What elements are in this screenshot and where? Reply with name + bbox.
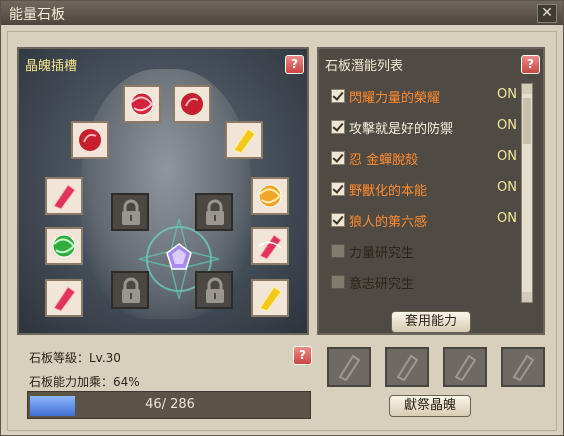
yellow-crystal-icon <box>233 128 256 154</box>
potential-status: ON <box>497 211 517 226</box>
apply-ability-button[interactable]: 套用能力 <box>391 311 471 333</box>
slate-bonus-label: 石板能力加乘：64% <box>29 375 140 389</box>
potential-row[interactable]: 野獸化的本能 ON <box>327 174 517 205</box>
scroll-thumb[interactable] <box>523 98 531 144</box>
potential-name: 意志研究生 <box>349 277 415 292</box>
potential-row[interactable]: 狼人的第六感 ON <box>327 205 517 236</box>
locked-slot-1[interactable] <box>111 193 149 231</box>
help-icon: ? <box>527 57 534 71</box>
red-orb-icon <box>181 93 203 115</box>
offering-slot-1[interactable] <box>327 347 371 387</box>
red-swirl-crystal-icon <box>258 234 282 260</box>
potential-row[interactable]: 力量研究生 <box>327 236 517 267</box>
locked-slot-3[interactable] <box>111 271 149 309</box>
orange-swirl-orb-icon <box>258 184 282 208</box>
potential-checkbox[interactable] <box>331 182 345 196</box>
help-icon: ? <box>299 348 306 362</box>
potential-panel-title: 石板潛能列表 <box>325 59 404 74</box>
slot-5[interactable] <box>45 177 83 215</box>
potential-row[interactable]: 意志研究生 <box>327 267 517 298</box>
potential-name: 忍 金蟬脫殼 <box>349 153 419 168</box>
center-core-gem-icon <box>166 243 192 270</box>
slate-level-label: 石板等級：Lv.30 <box>29 351 121 365</box>
offer-crystal-button[interactable]: 獻祭晶魄 <box>389 395 471 417</box>
potential-status: ON <box>497 149 517 164</box>
potential-checkbox[interactable] <box>331 244 345 258</box>
slot-2[interactable] <box>173 85 211 123</box>
potential-row[interactable]: 攻擊就是好的防禦 ON <box>327 112 517 143</box>
slot-9[interactable] <box>45 279 83 317</box>
red-swirl-orb-icon <box>130 92 154 116</box>
potential-name: 力量研究生 <box>349 246 415 261</box>
potential-checkbox[interactable] <box>331 120 345 134</box>
progress-bar: 46/ 286 <box>27 391 311 419</box>
potential-name: 閃耀力量的榮耀 <box>349 91 441 106</box>
lock-icon <box>122 199 140 225</box>
empty-crystal-slot-icon <box>396 354 419 381</box>
potential-list-panel: 石板潛能列表 ? 閃耀力量的榮耀 ON 攻擊就是好的防禦 ON 忍 金蟬脫殼 ON 野獸化的… <box>317 47 545 335</box>
empty-crystal-slot-icon <box>454 354 477 381</box>
slot-8[interactable] <box>251 227 289 265</box>
slot-help-button[interactable]: ? <box>285 55 304 74</box>
offering-slot-3[interactable] <box>443 347 487 387</box>
potential-status: ON <box>497 87 517 102</box>
empty-crystal-slot-icon <box>338 354 361 381</box>
title-bar[interactable]: 能量石板 ✕ <box>1 1 563 25</box>
slot-7[interactable] <box>45 227 83 265</box>
slot-panel-title: 晶魄插槽 <box>25 59 78 74</box>
empty-crystal-slot-icon <box>512 354 535 381</box>
yellow-crystal-icon <box>259 286 282 312</box>
crystal-slot-panel: 晶魄插槽 ? <box>17 47 309 335</box>
slot-6[interactable] <box>251 177 289 215</box>
offering-slot-4[interactable] <box>501 347 545 387</box>
potential-checkbox[interactable] <box>331 213 345 227</box>
locked-slot-2[interactable] <box>195 193 233 231</box>
help-icon: ? <box>291 57 298 71</box>
potential-checkbox[interactable] <box>331 275 345 289</box>
potential-status: ON <box>497 180 517 195</box>
green-swirl-orb-icon <box>52 234 76 258</box>
offering-slot-2[interactable] <box>385 347 429 387</box>
slot-1[interactable] <box>123 85 161 123</box>
energy-slate-window: 能量石板 ✕ 晶魄插槽 ? 石板潛能列表 ? 閃耀力量的榮耀 ON 攻擊就是好的… <box>0 0 564 436</box>
slot-4[interactable] <box>225 121 263 159</box>
close-button[interactable]: ✕ <box>537 4 557 23</box>
stats-help-button[interactable]: ? <box>293 346 312 365</box>
scroll-down-arrow-icon[interactable] <box>522 292 532 302</box>
lock-icon <box>206 199 224 225</box>
progress-text: 46/ 286 <box>145 397 195 412</box>
window-title: 能量石板 <box>9 7 65 23</box>
slot-3[interactable] <box>71 121 109 159</box>
potential-row[interactable]: 閃耀力量的榮耀 ON <box>327 81 517 112</box>
lock-icon <box>122 277 140 303</box>
potential-name: 野獸化的本能 <box>349 184 428 199</box>
slot-10[interactable] <box>251 279 289 317</box>
potential-name: 狼人的第六感 <box>349 215 428 230</box>
potential-row[interactable]: 忍 金蟬脫殼 ON <box>327 143 517 174</box>
red-crystal-icon <box>53 184 76 210</box>
scroll-up-arrow-icon[interactable] <box>522 84 532 94</box>
potential-status: ON <box>497 118 517 133</box>
close-icon: ✕ <box>541 5 553 21</box>
locked-slot-4[interactable] <box>195 271 233 309</box>
potential-checkbox[interactable] <box>331 89 345 103</box>
red-crystal-icon <box>53 286 76 312</box>
potential-help-button[interactable]: ? <box>521 55 540 74</box>
red-orb-icon <box>79 129 101 151</box>
potential-name: 攻擊就是好的防禦 <box>349 122 454 137</box>
potential-list: 閃耀力量的榮耀 ON 攻擊就是好的防禦 ON 忍 金蟬脫殼 ON 野獸化的本能 ON 狼人的第六… <box>327 81 517 298</box>
lock-icon <box>206 277 224 303</box>
potential-scrollbar[interactable] <box>521 83 533 303</box>
potential-checkbox[interactable] <box>331 151 345 165</box>
